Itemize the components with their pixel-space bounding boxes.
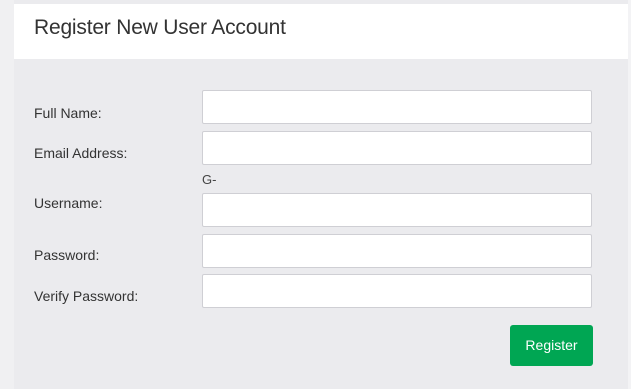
email-input[interactable] (202, 131, 592, 165)
registration-panel: Register New User Account Full Name: Ema… (14, 4, 628, 389)
register-button[interactable]: Register (510, 325, 593, 366)
full-name-label: Full Name: (34, 105, 102, 121)
panel-header: Register New User Account (14, 4, 628, 59)
full-name-input[interactable] (202, 90, 592, 124)
left-edge (0, 0, 14, 389)
registration-page: Register New User Account Full Name: Ema… (0, 0, 631, 389)
username-label: Username: (34, 195, 103, 211)
email-label: Email Address: (34, 145, 128, 161)
password-label: Password: (34, 247, 100, 263)
verify-password-input[interactable] (202, 274, 592, 308)
page-title: Register New User Account (34, 16, 286, 39)
verify-password-label: Verify Password: (34, 288, 139, 304)
username-input[interactable] (202, 193, 592, 227)
username-prefix-note: G- (202, 172, 217, 187)
password-input[interactable] (202, 234, 592, 268)
